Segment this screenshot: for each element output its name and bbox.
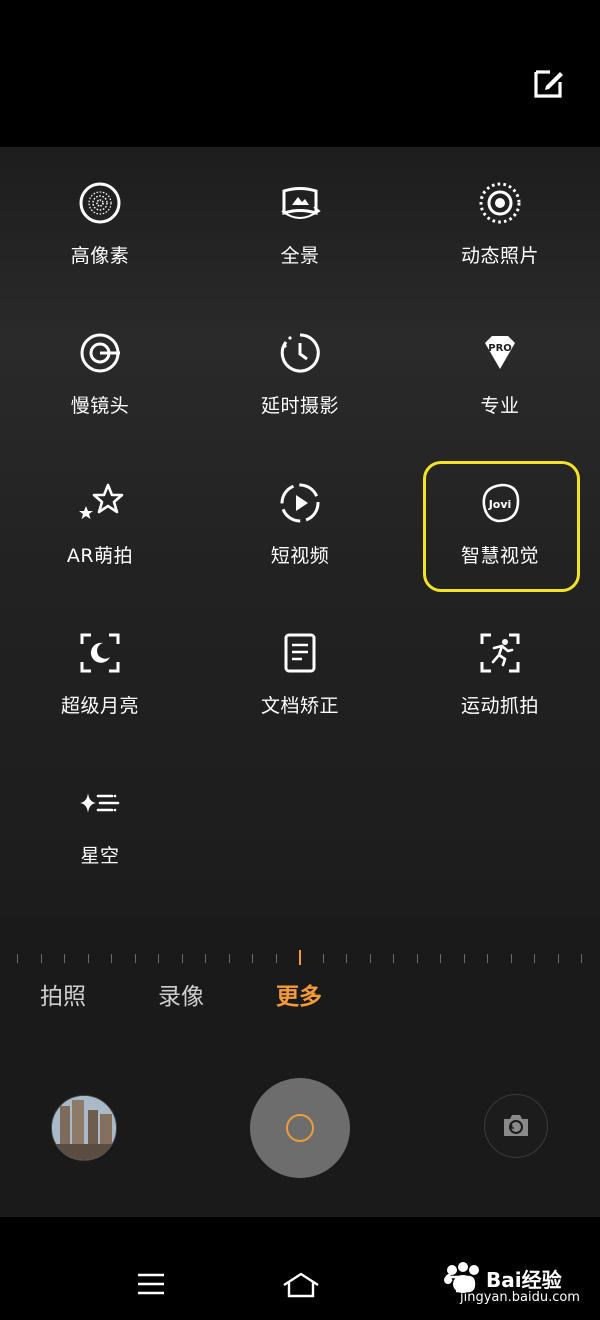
mode-grid: 高像素 全景 动态照片 慢镜头 延时摄影 PRO 专业 AR萌拍 短视频 Jov… [0,147,600,917]
edit-icon[interactable] [530,64,568,102]
mode-label: 高像素 [70,245,130,267]
switch-camera-button[interactable] [484,1094,548,1158]
mode-super-moon[interactable]: 超级月亮 [0,597,200,737]
ruler-tick [134,954,136,963]
gallery-thumbnail-image [52,1096,116,1160]
mode-label: 短视频 [270,545,330,567]
ruler-tick [322,954,324,963]
mode-slow-motion[interactable]: 慢镜头 [0,297,200,437]
mode-label: 慢镜头 [70,395,130,417]
mode-ar-stickers[interactable]: AR萌拍 [0,447,200,587]
super-moon-icon [80,633,120,673]
shutter-ring [286,1114,314,1142]
mode-starry-sky[interactable]: 星空 [0,747,200,887]
mode-label: 运动抓拍 [460,695,539,717]
mode-label: 专业 [480,395,520,417]
ruler-tick [228,954,230,963]
panorama-icon [281,187,321,219]
ruler-tick [440,954,441,963]
mode-label: 星空 [80,845,120,867]
mode-document-correction[interactable]: 文档矫正 [200,597,400,737]
mode-label: 动态照片 [460,245,539,267]
ruler-tick [463,954,465,963]
mode-high-pixel[interactable]: 高像素 [0,147,200,287]
mode-label: 文档矫正 [260,695,339,717]
mode-time-lapse[interactable]: 延时摄影 [200,297,400,437]
ruler-tick [487,954,488,963]
ruler-tick-active [299,950,301,965]
ruler-tick [158,954,159,963]
short-video-icon [280,483,320,523]
ruler-tick [369,954,371,963]
time-lapse-icon [280,333,320,373]
tab-more[interactable]: 更多 [276,977,322,1011]
mode-panorama[interactable]: 全景 [200,147,400,287]
shutter-button[interactable] [250,1078,350,1178]
ruler-tick [181,954,183,963]
switch-camera-icon [504,1115,528,1136]
mode-label: 全景 [280,245,320,267]
starry-sky-icon [80,793,120,813]
watermark-url: jingyan.baidu.com [460,1290,580,1305]
pro-icon: PRO [485,336,515,369]
ruler-tick [87,954,89,963]
ruler-tick [64,954,65,963]
mode-label: AR萌拍 [66,545,134,567]
ruler-tick [205,954,206,963]
mode-motion-capture[interactable]: 运动抓拍 [400,597,600,737]
capture-controls: 拍照 录像 更多 [0,917,600,1217]
live-photo-icon [479,182,521,224]
ruler-tick [17,954,18,963]
mode-pro[interactable]: PRO 专业 [400,297,600,437]
ruler-tick [393,954,394,963]
ruler-tick [581,954,582,963]
ruler-tick [557,954,559,963]
ar-stickers-icon [79,483,124,519]
mode-label: 延时摄影 [260,395,339,417]
highlight-box [423,461,580,592]
home-icon[interactable] [280,1271,322,1299]
pro-badge-text: PRO [488,343,512,354]
baidu-jingyan-watermark: Bai经验 jingyan.baidu.com [442,1262,582,1312]
gallery-thumbnail[interactable] [51,1095,117,1161]
ruler-tick [416,954,418,963]
ruler-tick [252,954,253,963]
ruler-tick [111,954,112,963]
ruler-tick [534,954,535,963]
document-correction-icon [284,633,316,673]
mode-short-video[interactable]: 短视频 [200,447,400,587]
mode-live-photo[interactable]: 动态照片 [400,147,600,287]
ruler-tick [346,954,347,963]
slow-motion-icon [80,333,120,373]
ruler-tick [510,954,512,963]
mode-label: 超级月亮 [60,695,139,717]
ruler-tick [275,954,277,963]
tab-video[interactable]: 录像 [158,977,204,1011]
tab-photo[interactable]: 拍照 [40,977,86,1011]
motion-capture-icon [480,633,520,673]
high-pixel-icon [79,182,121,224]
watermark-brand: Bai经验 [486,1268,562,1292]
ruler-tick [40,954,42,963]
menu-icon[interactable] [136,1272,166,1296]
top-bar [0,0,600,147]
